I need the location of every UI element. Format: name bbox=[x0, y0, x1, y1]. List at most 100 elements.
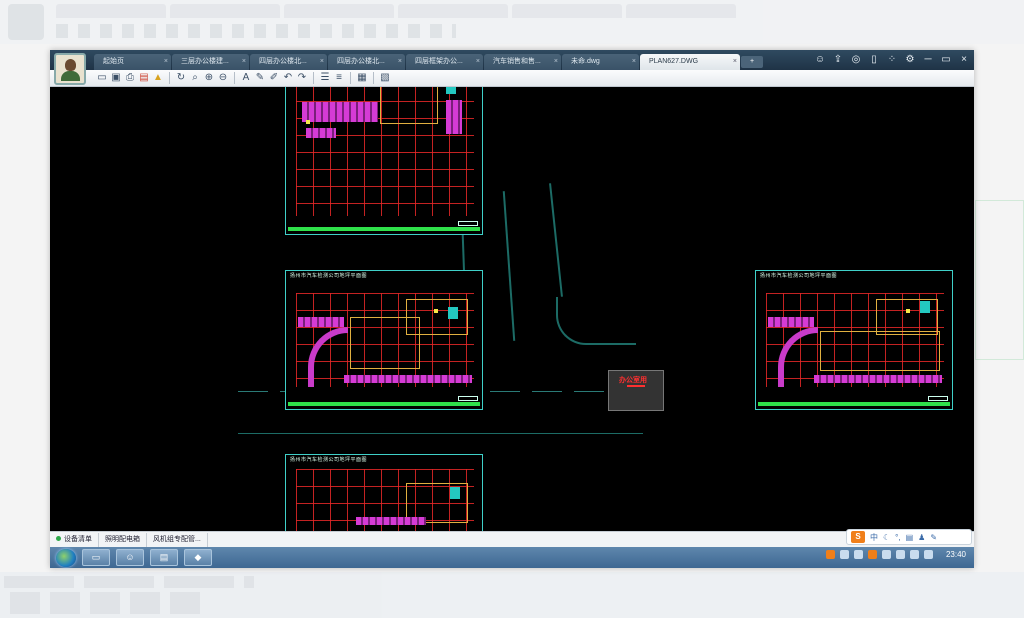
tab-label: 四层框架办公... bbox=[415, 58, 463, 65]
measure-icon[interactable]: ≡ bbox=[333, 72, 345, 84]
tab-doc-5[interactable]: 汽车销售和售... × bbox=[484, 54, 561, 70]
bottom-tab-label: 设备清单 bbox=[64, 535, 92, 543]
road-curve bbox=[556, 297, 636, 345]
tab-close-icon[interactable]: × bbox=[398, 54, 402, 70]
open-icon[interactable]: ▭ bbox=[96, 72, 108, 84]
tab-doc-1[interactable]: 三层办公楼建... × bbox=[172, 54, 249, 70]
punctuation-icon[interactable]: °, bbox=[895, 533, 900, 542]
taskbar-stack-icon[interactable]: ▤ bbox=[150, 549, 178, 566]
user-icon[interactable]: ♟ bbox=[918, 533, 925, 542]
tab-active-plan[interactable]: PLAN627.DWG × bbox=[640, 54, 740, 70]
ime-mode-label[interactable]: 中 bbox=[870, 532, 878, 543]
share-icon[interactable]: ⇪ bbox=[832, 52, 844, 68]
annotation-box[interactable]: 办公室用 bbox=[608, 370, 664, 411]
save-icon[interactable]: ▣ bbox=[110, 72, 122, 84]
shield-tray-icon[interactable] bbox=[895, 550, 905, 559]
app-tray-icon[interactable] bbox=[867, 550, 877, 559]
bottom-tab-fan-piping[interactable]: 风机组专配管... bbox=[147, 532, 208, 547]
tab-start[interactable]: 起始页 × bbox=[94, 54, 171, 70]
zoom-out-icon[interactable]: ⊖ bbox=[217, 72, 229, 84]
tab-close-icon[interactable]: × bbox=[242, 54, 246, 70]
tab-close-icon[interactable]: × bbox=[554, 54, 558, 70]
road-line bbox=[502, 191, 516, 341]
background-sheet-fragment bbox=[975, 200, 1024, 360]
tab-close-icon[interactable]: × bbox=[733, 54, 737, 70]
avatar[interactable] bbox=[54, 53, 86, 85]
sheet-title: 扬州市汽车检测公司地坪平面图 bbox=[760, 273, 838, 279]
properties-icon[interactable]: ▧ bbox=[379, 72, 391, 84]
tab-doc-2[interactable]: 四层办公楼北... × bbox=[250, 54, 327, 70]
start-button[interactable] bbox=[56, 548, 76, 567]
pencil-icon[interactable]: ✎ bbox=[254, 72, 266, 84]
tab-close-icon[interactable]: × bbox=[164, 54, 168, 70]
tab-label: PLAN627.DWG bbox=[649, 58, 699, 65]
stair-block bbox=[448, 307, 458, 319]
lock-icon[interactable]: ▲ bbox=[152, 72, 164, 84]
bottom-file-tabs: 设备清单 照明配电箱 风机组专配管... bbox=[50, 531, 974, 547]
taskbar-explorer-icon[interactable]: ▭ bbox=[82, 549, 110, 566]
title-block bbox=[928, 396, 948, 401]
zoom-window-icon[interactable]: ⌕ bbox=[189, 72, 201, 84]
settings-icon[interactable]: ⚙ bbox=[904, 52, 916, 68]
close-button[interactable]: × bbox=[958, 52, 970, 68]
redo-icon[interactable]: ↷ bbox=[296, 72, 308, 84]
ime-tray-icon[interactable] bbox=[825, 550, 835, 559]
text-icon[interactable]: A bbox=[240, 72, 252, 84]
tab-label: 四层办公楼北... bbox=[259, 58, 307, 65]
moon-icon[interactable]: ☾ bbox=[883, 533, 890, 542]
undo-icon[interactable]: ↶ bbox=[282, 72, 294, 84]
column-marker bbox=[434, 309, 438, 313]
signal-tray-icon[interactable] bbox=[909, 550, 919, 559]
wrench-icon[interactable]: ✎ bbox=[930, 533, 937, 542]
sync-tray-icon[interactable] bbox=[881, 550, 891, 559]
seating-area bbox=[306, 128, 336, 138]
tab-doc-3[interactable]: 四层办公楼北... × bbox=[328, 54, 405, 70]
bottom-tab-label: 风机组专配管... bbox=[153, 535, 201, 543]
tab-close-icon[interactable]: × bbox=[632, 54, 636, 70]
print-icon[interactable]: ⎙ bbox=[124, 72, 136, 84]
drawing-canvas[interactable]: 扬州市汽车检测公司地坪平面图 扬州市汽车检测公司地坪平面图 扬州市汽车检测公司地… bbox=[50, 87, 974, 531]
drawing-sheet[interactable]: 扬州市汽车检测公司地坪平面图 bbox=[285, 454, 483, 531]
minimize-button[interactable]: ─ bbox=[922, 52, 934, 68]
tab-doc-6[interactable]: 未命.dwg × bbox=[562, 54, 639, 70]
stair-block bbox=[920, 301, 930, 313]
export-icon[interactable]: ▤ bbox=[138, 72, 150, 84]
input-method-bar[interactable]: S 中 ☾ °, ▤ ♟ ✎ bbox=[846, 529, 972, 545]
background-taskbar bbox=[0, 572, 1024, 618]
drawing-sheet[interactable]: 扬州市汽车检测公司地坪平面图 bbox=[755, 270, 953, 410]
tab-close-icon[interactable]: × bbox=[320, 54, 324, 70]
toolbar-divider bbox=[313, 72, 314, 84]
bottom-tab-equipment-list[interactable]: 设备清单 bbox=[50, 532, 99, 547]
drawing-sheet[interactable]: 扬州市汽车检测公司地坪平面图 bbox=[285, 270, 483, 410]
keyboard-icon[interactable]: ▤ bbox=[906, 533, 914, 542]
camera-icon[interactable]: ◎ bbox=[850, 52, 862, 68]
grid-icon[interactable]: ⁘ bbox=[886, 52, 898, 68]
document-tabs: 起始页 × 三层办公楼建... × 四层办公楼北... × 四层办公楼北... × 四层… bbox=[94, 52, 763, 70]
stair-block bbox=[450, 487, 460, 499]
drawing-sheet[interactable] bbox=[285, 87, 483, 235]
antivirus-tray-icon[interactable] bbox=[853, 550, 863, 559]
table-icon[interactable]: ▦ bbox=[356, 72, 368, 84]
taskbar-cad-icon[interactable]: ◆ bbox=[184, 549, 212, 566]
clock[interactable]: 23:40 bbox=[946, 550, 966, 559]
bottom-tab-lighting[interactable]: 照明配电箱 bbox=[99, 532, 147, 547]
main-toolbar: ▭ ▣ ⎙ ▤ ▲ ↻ ⌕ ⊕ ⊖ A ✎ ✐ ↶ ↷ ☰ ≡ ▦ ▧ bbox=[50, 70, 974, 87]
tab-doc-4[interactable]: 四层框架办公... × bbox=[406, 54, 483, 70]
zoom-in-icon[interactable]: ⊕ bbox=[203, 72, 215, 84]
column-marker bbox=[306, 120, 310, 124]
new-tab-button[interactable]: + bbox=[741, 56, 763, 68]
volume-tray-icon[interactable] bbox=[923, 550, 933, 559]
stair-block bbox=[446, 87, 456, 94]
refresh-icon[interactable]: ↻ bbox=[175, 72, 187, 84]
taskbar-user-icon[interactable]: ☺ bbox=[116, 549, 144, 566]
tab-close-icon[interactable]: × bbox=[476, 54, 480, 70]
tab-label: 起始页 bbox=[103, 58, 124, 65]
user-group-icon[interactable]: ☺ bbox=[814, 52, 826, 68]
phone-icon[interactable]: ▯ bbox=[868, 52, 880, 68]
restore-button[interactable]: ▭ bbox=[940, 52, 952, 68]
layer-icon[interactable]: ☰ bbox=[319, 72, 331, 84]
network-tray-icon[interactable] bbox=[839, 550, 849, 559]
marker-icon[interactable]: ✐ bbox=[268, 72, 280, 84]
window-controls: ☺ ⇪ ◎ ▯ ⁘ ⚙ ─ ▭ × bbox=[814, 52, 970, 68]
avatar-body bbox=[61, 71, 80, 81]
